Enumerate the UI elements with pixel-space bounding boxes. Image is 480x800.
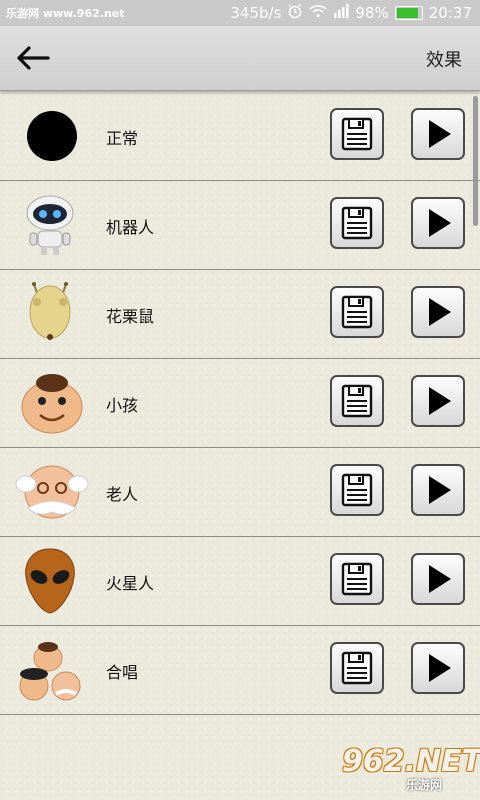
- site-label: 乐游网 www.962.net: [6, 7, 125, 20]
- effect-label: 火星人: [106, 574, 155, 593]
- play-button[interactable]: [411, 464, 465, 516]
- save-button[interactable]: [330, 642, 384, 694]
- watermark-sub: 乐游网: [406, 778, 443, 792]
- wifi-icon: [309, 4, 327, 22]
- alarm-icon: [287, 3, 303, 23]
- save-button[interactable]: [330, 286, 384, 338]
- floppy-disk-icon: [341, 117, 373, 151]
- play-icon: [429, 654, 451, 682]
- list-item: 火星人: [0, 537, 480, 626]
- play-button[interactable]: [411, 108, 465, 160]
- robot-icon: [12, 191, 92, 259]
- back-button[interactable]: [14, 40, 54, 76]
- play-icon: [429, 476, 451, 504]
- status-bar: 乐游网 www.962.net 345b/s 98% 20:37: [0, 0, 480, 26]
- watermark-main: 962.NET: [342, 744, 480, 779]
- play-button[interactable]: [411, 197, 465, 249]
- floppy-disk-icon: [341, 562, 373, 596]
- black-circle-icon: [12, 102, 92, 170]
- chorus-group-icon: [12, 636, 92, 704]
- play-button[interactable]: [411, 642, 465, 694]
- net-speed: 345b/s: [230, 4, 282, 22]
- play-icon: [429, 298, 451, 326]
- clock: 20:37: [428, 4, 472, 22]
- effect-label: 合唱: [106, 663, 139, 682]
- save-button[interactable]: [330, 375, 384, 427]
- list-item: 机器人: [0, 181, 480, 270]
- play-button[interactable]: [411, 286, 465, 338]
- floppy-disk-icon: [341, 295, 373, 329]
- list-item: 老人: [0, 448, 480, 537]
- page-title: 效果: [426, 50, 462, 71]
- effect-list: 正常 机器人 花栗鼠 小孩 老人 火星人 合唱: [0, 92, 480, 715]
- effect-label: 老人: [106, 485, 139, 504]
- list-item: 正常: [0, 92, 480, 181]
- play-icon: [429, 120, 451, 148]
- alien-face-icon: [12, 547, 92, 615]
- scrollbar[interactable]: [473, 96, 478, 226]
- play-icon: [429, 209, 451, 237]
- play-button[interactable]: [411, 553, 465, 605]
- effect-label: 小孩: [106, 396, 139, 415]
- old-man-face-icon: [12, 458, 92, 526]
- play-button[interactable]: [411, 375, 465, 427]
- battery-icon: [394, 6, 423, 20]
- signal-icon: [333, 4, 349, 22]
- floppy-disk-icon: [341, 473, 373, 507]
- save-button[interactable]: [330, 464, 384, 516]
- status-icons: 345b/s 98% 20:37: [230, 3, 472, 23]
- effect-label: 机器人: [106, 218, 155, 237]
- list-item: 花栗鼠: [0, 270, 480, 359]
- floppy-disk-icon: [341, 651, 373, 685]
- chipmunk-icon: [12, 280, 92, 348]
- watermark-logo: 962.NET 乐游网: [342, 744, 480, 794]
- list-item: 合唱: [0, 626, 480, 715]
- play-icon: [429, 387, 451, 415]
- child-face-icon: [12, 369, 92, 437]
- floppy-disk-icon: [341, 206, 373, 240]
- back-arrow-icon: [17, 46, 50, 70]
- action-bar: 效果: [0, 26, 480, 91]
- save-button[interactable]: [330, 108, 384, 160]
- save-button[interactable]: [330, 197, 384, 249]
- play-icon: [429, 565, 451, 593]
- effect-label: 正常: [106, 129, 139, 148]
- battery-percent: 98%: [355, 4, 389, 22]
- effect-label: 花栗鼠: [106, 307, 155, 326]
- list-item: 小孩: [0, 359, 480, 448]
- floppy-disk-icon: [341, 384, 373, 418]
- save-button[interactable]: [330, 553, 384, 605]
